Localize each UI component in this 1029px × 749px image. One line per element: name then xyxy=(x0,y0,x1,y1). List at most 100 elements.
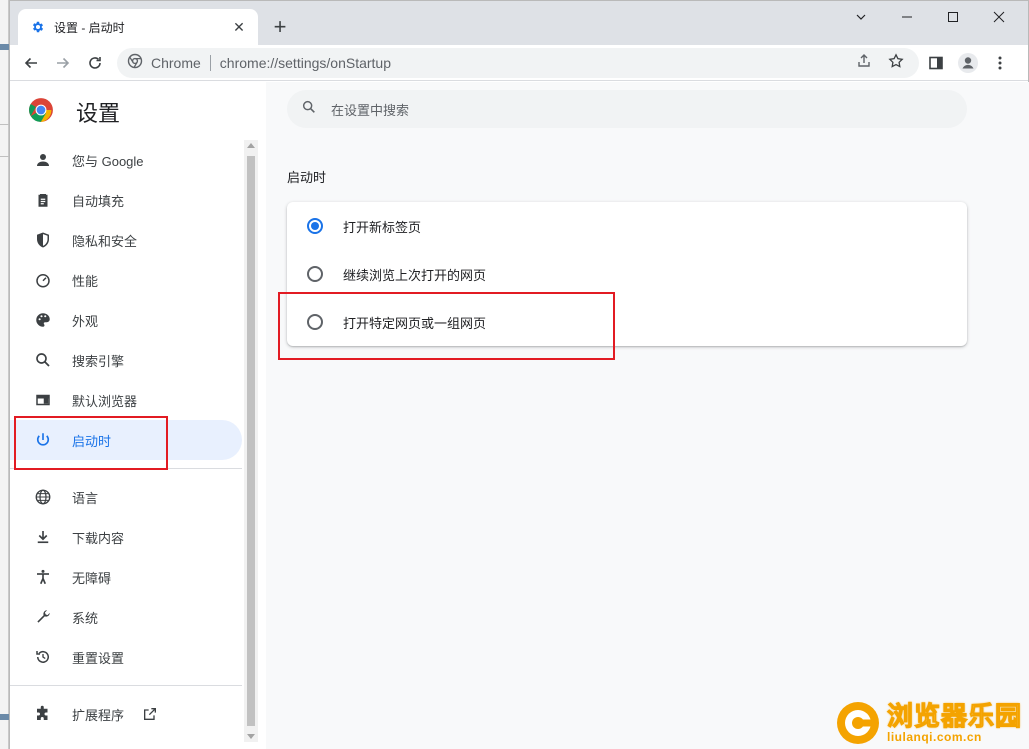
sidebar-item-search-engine[interactable]: 搜索引擎 xyxy=(10,340,242,380)
browser-window-icon xyxy=(33,390,53,410)
sidebar-item-label: 自动填充 xyxy=(72,193,125,209)
radio-label: 打开新标签页 xyxy=(343,219,422,235)
sidebar-item-languages[interactable]: 语言 xyxy=(10,477,242,517)
share-icon xyxy=(858,54,870,67)
maximize-button[interactable] xyxy=(930,1,976,33)
sidebar-item-autofill[interactable]: 自动填充 xyxy=(10,180,242,220)
radio-option-continue[interactable]: 继续浏览上次打开的网页 xyxy=(287,250,967,298)
sidebar-item-label: 无障碍 xyxy=(72,570,112,586)
share-button[interactable] xyxy=(852,49,876,73)
side-panel-icon xyxy=(929,56,943,70)
radio-option-new-tab[interactable]: 打开新标签页 xyxy=(287,202,967,250)
sidebar-item-downloads[interactable]: 下载内容 xyxy=(10,517,242,557)
toolbar: Chrome chrome://settings/onStartup xyxy=(10,45,1028,81)
external-link-icon xyxy=(142,706,158,722)
avatar-icon xyxy=(958,53,978,73)
background-app-strip xyxy=(0,0,9,749)
sidebar-item-label: 搜索引擎 xyxy=(72,353,125,369)
menu-button[interactable] xyxy=(986,49,1014,77)
person-icon xyxy=(33,150,53,170)
sidebar-item-label: 性能 xyxy=(72,273,99,289)
address-bar[interactable]: Chrome chrome://settings/onStartup xyxy=(117,48,919,78)
omnibox-divider xyxy=(209,55,211,71)
settings-search-box[interactable]: 在设置中搜索 xyxy=(287,90,967,128)
bookmark-button[interactable] xyxy=(884,49,908,73)
tab-settings[interactable]: 设置 - 启动时 ✕ xyxy=(18,9,258,45)
close-icon xyxy=(993,11,1005,23)
sidebar-item-label: 语言 xyxy=(72,490,99,506)
chrome-window: 设置 - 启动时 ✕ + Chrome chrome://settings/on… xyxy=(9,0,1029,749)
radio-label: 继续浏览上次打开的网页 xyxy=(343,267,487,283)
forward-button[interactable] xyxy=(49,49,77,77)
site-label: Chrome xyxy=(151,55,201,71)
sidebar-item-label: 默认浏览器 xyxy=(72,393,138,409)
settings-main: 在设置中搜索 启动时 打开新标签页 继续浏览上次打开的网页 打开特定网页或一组网… xyxy=(266,82,1029,749)
reload-icon xyxy=(89,57,101,69)
star-icon xyxy=(888,53,904,68)
sidebar-item-performance[interactable]: 性能 xyxy=(10,260,242,300)
sidebar-item-extensions[interactable]: 扩展程序 xyxy=(10,694,242,734)
radio-button[interactable] xyxy=(307,218,323,234)
sidebar-item-label: 扩展程序 xyxy=(72,707,125,723)
watermark-url: liulanqi.com.cn xyxy=(887,730,982,744)
scrollbar-thumb[interactable] xyxy=(247,156,255,726)
sidebar-scrollbar[interactable] xyxy=(244,140,258,742)
sidebar-item-default-browser[interactable]: 默认浏览器 xyxy=(10,380,242,420)
chrome-logo-icon xyxy=(28,97,54,128)
scroll-up-icon[interactable] xyxy=(247,143,255,148)
watermark-logo xyxy=(835,700,881,746)
sidebar-item-accessibility[interactable]: 无障碍 xyxy=(10,557,242,597)
side-panel-button[interactable] xyxy=(922,49,950,77)
sidebar-item-label: 重置设置 xyxy=(72,650,125,666)
sidebar-item-you-and-google[interactable]: 您与 Google xyxy=(10,140,242,180)
tab-title: 设置 - 启动时 xyxy=(54,20,125,35)
sidebar-item-label: 外观 xyxy=(72,313,99,329)
url-text[interactable]: chrome://settings/onStartup xyxy=(220,55,391,71)
chevron-down-icon xyxy=(856,14,866,20)
radio-button[interactable] xyxy=(307,266,323,282)
sidebar-item-system[interactable]: 系统 xyxy=(10,597,242,637)
accessibility-icon xyxy=(33,567,53,587)
sidebar-item-label: 隐私和安全 xyxy=(72,233,138,249)
minimize-window-button[interactable] xyxy=(884,1,930,33)
highlight-box-sidebar xyxy=(14,416,168,470)
section-title: 启动时 xyxy=(287,170,327,185)
highlight-box-option xyxy=(278,292,615,360)
restore-icon xyxy=(33,647,53,667)
new-tab-button[interactable]: + xyxy=(268,15,292,39)
minimize-button[interactable] xyxy=(838,1,884,33)
sidebar-item-reset[interactable]: 重置设置 xyxy=(10,637,242,677)
sidebar-divider xyxy=(10,685,242,686)
clipboard-icon xyxy=(33,190,53,210)
back-button[interactable] xyxy=(17,49,45,77)
download-icon xyxy=(33,527,53,547)
more-vertical-icon xyxy=(998,56,1002,70)
maximize-icon xyxy=(948,12,958,22)
close-window-button[interactable] xyxy=(976,1,1022,33)
sidebar-item-privacy[interactable]: 隐私和安全 xyxy=(10,220,242,260)
search-icon xyxy=(301,99,317,120)
search-input[interactable]: 在设置中搜索 xyxy=(331,100,409,119)
minimize-icon xyxy=(902,16,912,18)
tab-strip: 设置 - 启动时 ✕ + xyxy=(10,1,1028,45)
watermark-text: 浏览器乐园 xyxy=(886,701,1023,731)
sidebar-item-appearance[interactable]: 外观 xyxy=(10,300,242,340)
watermark: 浏览器乐园 liulanqi.com.cn xyxy=(835,699,1025,747)
reload-button[interactable] xyxy=(81,49,109,77)
arrow-right-icon xyxy=(57,57,70,69)
wrench-icon xyxy=(33,607,53,627)
settings-header: 设置 xyxy=(28,96,120,128)
scroll-down-icon[interactable] xyxy=(247,734,255,739)
speedometer-icon xyxy=(33,270,53,290)
tab-close-icon[interactable]: ✕ xyxy=(230,18,248,36)
chrome-site-icon xyxy=(127,53,143,74)
palette-icon xyxy=(33,310,53,330)
globe-icon xyxy=(33,487,53,507)
shield-icon xyxy=(33,230,53,250)
sidebar-item-label: 您与 Google xyxy=(72,153,144,169)
arrow-left-icon xyxy=(24,57,37,69)
page-title: 设置 xyxy=(76,101,121,126)
gear-icon xyxy=(30,19,46,35)
puzzle-icon xyxy=(33,704,53,724)
profile-button[interactable] xyxy=(954,49,982,77)
